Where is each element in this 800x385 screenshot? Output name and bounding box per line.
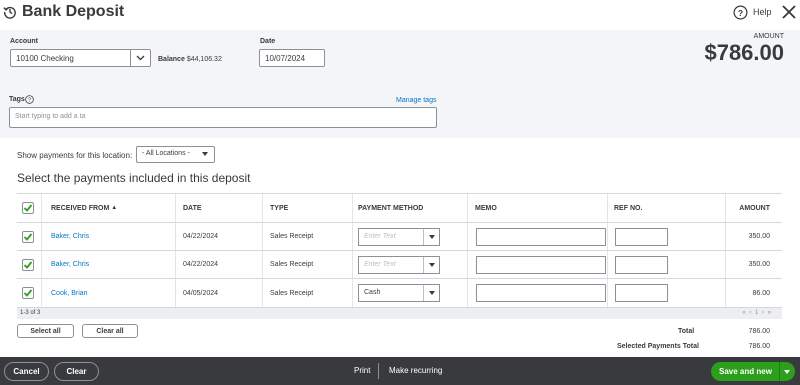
balance-value: $44,106.32	[186, 56, 222, 63]
ref-no-input[interactable]	[615, 228, 668, 246]
row-date: 04/05/2024	[183, 289, 219, 297]
col-received-from-label: RECEIVED FROM	[51, 204, 110, 212]
date-label: Date	[260, 38, 276, 45]
tags-label: Tags	[9, 96, 25, 103]
caret-down-icon[interactable]	[423, 229, 439, 245]
received-from-link[interactable]: Baker, Chris	[51, 251, 89, 278]
caret-down-icon[interactable]	[784, 370, 790, 374]
caret-down-icon	[202, 152, 208, 156]
select-all-checkbox-cell[interactable]	[22, 194, 34, 222]
selected-total-value: 786.00	[748, 343, 770, 350]
row-date: 04/22/2024	[183, 261, 219, 268]
manage-tags-link[interactable]: Manage tags	[396, 97, 436, 104]
payment-method-select[interactable]: Enter Text	[358, 228, 440, 246]
svg-text:?: ?	[28, 98, 31, 104]
close-icon[interactable]	[781, 4, 797, 20]
account-select[interactable]: 10100 Checking	[10, 49, 151, 67]
row-amount: 86.00	[752, 289, 770, 297]
balance-label: Balance	[158, 56, 185, 63]
row-amount: 350.00	[748, 233, 770, 240]
payment-method-placeholder: Enter Text	[364, 261, 396, 268]
table-header: RECEIVED FROM ▲ DATE TYPE PAYMENT METHOD…	[17, 193, 782, 223]
row-date: 04/22/2024	[183, 233, 219, 240]
clear-all-button[interactable]: Clear all	[82, 324, 138, 338]
location-filter-label: Show payments for this location:	[17, 151, 133, 160]
received-from-link[interactable]: Cook, Brian	[51, 279, 88, 307]
row-type: Sales Receipt	[270, 261, 314, 268]
col-received-from[interactable]: RECEIVED FROM ▲	[51, 194, 117, 222]
selected-total-label: Selected Payments Total	[617, 343, 699, 350]
table-row: Cook, Brian 04/05/2024 Sales Receipt Cas…	[17, 279, 782, 308]
check-icon	[23, 260, 33, 269]
account-label: Account	[10, 38, 38, 45]
col-type[interactable]: TYPE	[270, 194, 288, 222]
memo-input[interactable]	[476, 256, 606, 274]
location-value: - All Locations -	[142, 150, 190, 157]
date-field[interactable]: 10/07/2024	[259, 49, 325, 67]
check-icon	[23, 204, 33, 212]
row-type: Sales Receipt	[270, 289, 314, 297]
dialog-header: Bank Deposit ? Help	[0, 0, 800, 30]
memo-input[interactable]	[476, 228, 606, 246]
help-icon[interactable]: ?	[733, 5, 748, 20]
page-title: Bank Deposit	[22, 3, 125, 20]
date-value: 10/07/2024	[265, 54, 306, 63]
chevron-down-icon[interactable]	[130, 50, 150, 66]
payment-method-select[interactable]: Enter Text	[358, 256, 440, 274]
row-checkbox[interactable]	[22, 230, 34, 243]
print-button[interactable]: Print	[354, 366, 370, 375]
tags-placeholder: Start typing to add a ta	[15, 113, 86, 120]
caret-down-icon[interactable]	[423, 257, 439, 273]
history-icon[interactable]	[3, 5, 17, 19]
ref-no-input[interactable]	[615, 256, 668, 274]
make-recurring-button[interactable]: Make recurring	[389, 366, 442, 375]
col-payment-method[interactable]: PAYMENT METHOD	[358, 194, 423, 222]
table-row: Baker, Chris 04/22/2024 Sales Receipt En…	[17, 223, 782, 251]
sort-asc-icon: ▲	[111, 205, 118, 211]
check-icon	[23, 289, 33, 297]
divider	[779, 362, 780, 381]
total-label: Total	[678, 328, 695, 335]
svg-text:?: ?	[738, 8, 743, 18]
location-select[interactable]: - All Locations -	[136, 146, 215, 163]
row-type: Sales Receipt	[270, 233, 314, 240]
ref-no-input[interactable]	[615, 284, 668, 302]
row-checkbox[interactable]	[22, 287, 34, 299]
account-value: 10100 Checking	[16, 54, 74, 63]
col-ref-no[interactable]: REF NO.	[614, 194, 642, 222]
row-checkbox[interactable]	[22, 258, 34, 271]
table-row: Baker, Chris 04/22/2024 Sales Receipt En…	[17, 251, 782, 279]
col-amount[interactable]: AMOUNT	[739, 194, 770, 222]
header-checkbox[interactable]	[22, 202, 34, 214]
payment-method-value: Cash	[364, 289, 381, 296]
cancel-button[interactable]: Cancel	[4, 362, 49, 381]
memo-input[interactable]	[476, 284, 606, 302]
total-value: 786.00	[748, 328, 770, 335]
col-memo[interactable]: MEMO	[475, 194, 497, 222]
tags-help-icon[interactable]: ?	[25, 95, 34, 104]
help-link[interactable]: Help	[753, 7, 772, 17]
check-icon	[23, 232, 33, 241]
section-title: Select the payments included in this dep…	[17, 171, 251, 185]
row-amount: 350.00	[748, 261, 770, 268]
amount-label: AMOUNT	[753, 33, 784, 40]
account-balance: Balance $44,106.32	[158, 56, 222, 63]
save-and-new-button[interactable]: Save and new	[711, 362, 795, 381]
clear-button[interactable]: Clear	[54, 362, 99, 381]
tags-input[interactable]: Start typing to add a ta	[9, 107, 437, 128]
pagination[interactable]: « ‹ 1 › »	[742, 310, 772, 316]
save-and-new-label: Save and new	[719, 367, 772, 376]
select-all-button[interactable]: Select all	[17, 324, 74, 338]
payment-method-select[interactable]: Cash	[358, 284, 440, 302]
received-from-link[interactable]: Baker, Chris	[51, 223, 89, 250]
record-count: 1-3 of 3	[20, 310, 41, 316]
table-footer: 1-3 of 3 « ‹ 1 › »	[17, 308, 782, 319]
divider	[378, 363, 379, 379]
bottom-action-bar: Cancel Clear Print Make recurring Save a…	[0, 357, 800, 385]
amount-total: $786.00	[704, 40, 784, 65]
col-date[interactable]: DATE	[183, 194, 202, 222]
payment-method-placeholder: Enter Text	[364, 233, 396, 240]
caret-down-icon[interactable]	[423, 285, 439, 301]
